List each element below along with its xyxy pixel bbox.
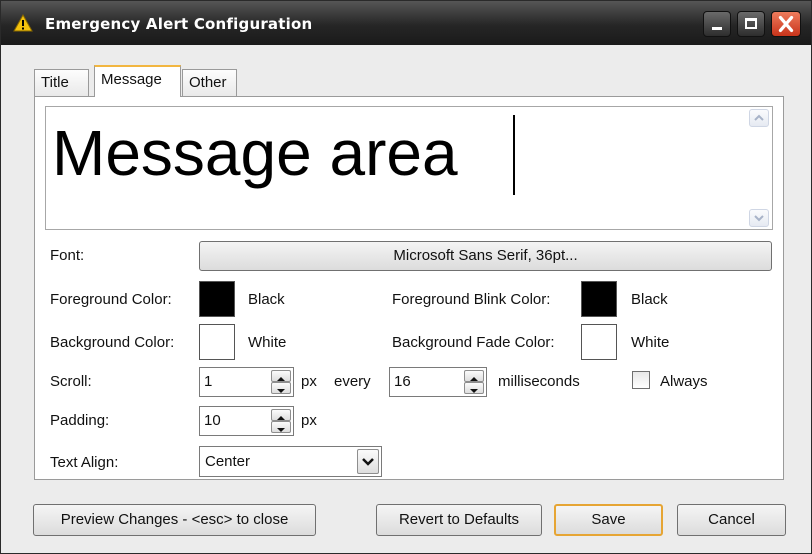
padding-unit: px	[301, 412, 317, 429]
font-picker-button[interactable]: Microsoft Sans Serif, 36pt...	[199, 241, 772, 271]
text-caret	[513, 115, 515, 195]
preview-changes-button[interactable]: Preview Changes - <esc> to close	[33, 504, 316, 536]
title-bar[interactable]: Emergency Alert Configuration	[1, 1, 811, 45]
spin-down-icon[interactable]	[271, 421, 291, 433]
foreground-blink-color-swatch[interactable]	[581, 281, 617, 317]
foreground-color-label: Foreground Color:	[50, 291, 172, 308]
background-color-swatch[interactable]	[199, 324, 235, 360]
foreground-color-name: Black	[248, 291, 285, 308]
message-textarea[interactable]: Message area	[45, 106, 773, 230]
tab-title[interactable]: Title	[34, 69, 89, 96]
always-label: Always	[660, 373, 708, 390]
spin-up-icon[interactable]	[464, 370, 484, 382]
font-label: Font:	[50, 247, 85, 264]
spin-up-icon[interactable]	[271, 370, 291, 382]
window-title: Emergency Alert Configuration	[45, 15, 313, 33]
tab-other[interactable]: Other	[182, 69, 237, 96]
foreground-blink-color-label: Foreground Blink Color:	[392, 291, 551, 308]
scroll-interval-value: 16	[394, 373, 411, 390]
tab-message[interactable]: Message	[94, 65, 181, 97]
text-align-value: Center	[205, 453, 251, 470]
text-align-label: Text Align:	[50, 454, 119, 471]
revert-defaults-button[interactable]: Revert to Defaults	[376, 504, 542, 536]
padding-label: Padding:	[50, 412, 110, 429]
minimize-icon[interactable]	[703, 11, 731, 37]
background-fade-color-swatch[interactable]	[581, 324, 617, 360]
maximize-icon[interactable]	[737, 11, 765, 37]
background-color-name: White	[248, 334, 287, 351]
scroll-amount-stepper[interactable]: 1	[199, 367, 294, 397]
scroll-amount-value: 1	[204, 373, 213, 390]
padding-value: 10	[204, 412, 221, 429]
scroll-interval-stepper[interactable]: 16	[389, 367, 487, 397]
save-button[interactable]: Save	[554, 504, 663, 536]
spin-down-icon[interactable]	[464, 382, 484, 394]
scroll-down-icon[interactable]	[749, 209, 769, 227]
padding-stepper[interactable]: 10	[199, 406, 294, 436]
chevron-down-icon[interactable]	[357, 449, 379, 474]
scroll-up-icon[interactable]	[749, 109, 769, 127]
dialog-window: Emergency Alert Configuration Title Othe…	[0, 0, 812, 554]
scroll-every-label: every	[334, 373, 371, 390]
text-align-select[interactable]: Center	[199, 446, 382, 477]
always-checkbox[interactable]	[632, 371, 650, 389]
message-text: Message area	[52, 117, 458, 189]
warning-icon	[13, 14, 33, 32]
close-icon[interactable]	[771, 11, 801, 37]
background-color-label: Background Color:	[50, 334, 175, 351]
scroll-amount-unit: px	[301, 373, 317, 390]
spin-down-icon[interactable]	[271, 382, 291, 394]
background-fade-color-label: Background Fade Color:	[392, 334, 555, 351]
background-fade-color-name: White	[631, 334, 670, 351]
message-scrollbar[interactable]	[748, 109, 770, 227]
foreground-blink-color-name: Black	[631, 291, 668, 308]
scroll-interval-unit: milliseconds	[498, 373, 580, 390]
cancel-button[interactable]: Cancel	[677, 504, 786, 536]
spin-up-icon[interactable]	[271, 409, 291, 421]
foreground-color-swatch[interactable]	[199, 281, 235, 317]
scroll-label: Scroll:	[50, 373, 92, 390]
